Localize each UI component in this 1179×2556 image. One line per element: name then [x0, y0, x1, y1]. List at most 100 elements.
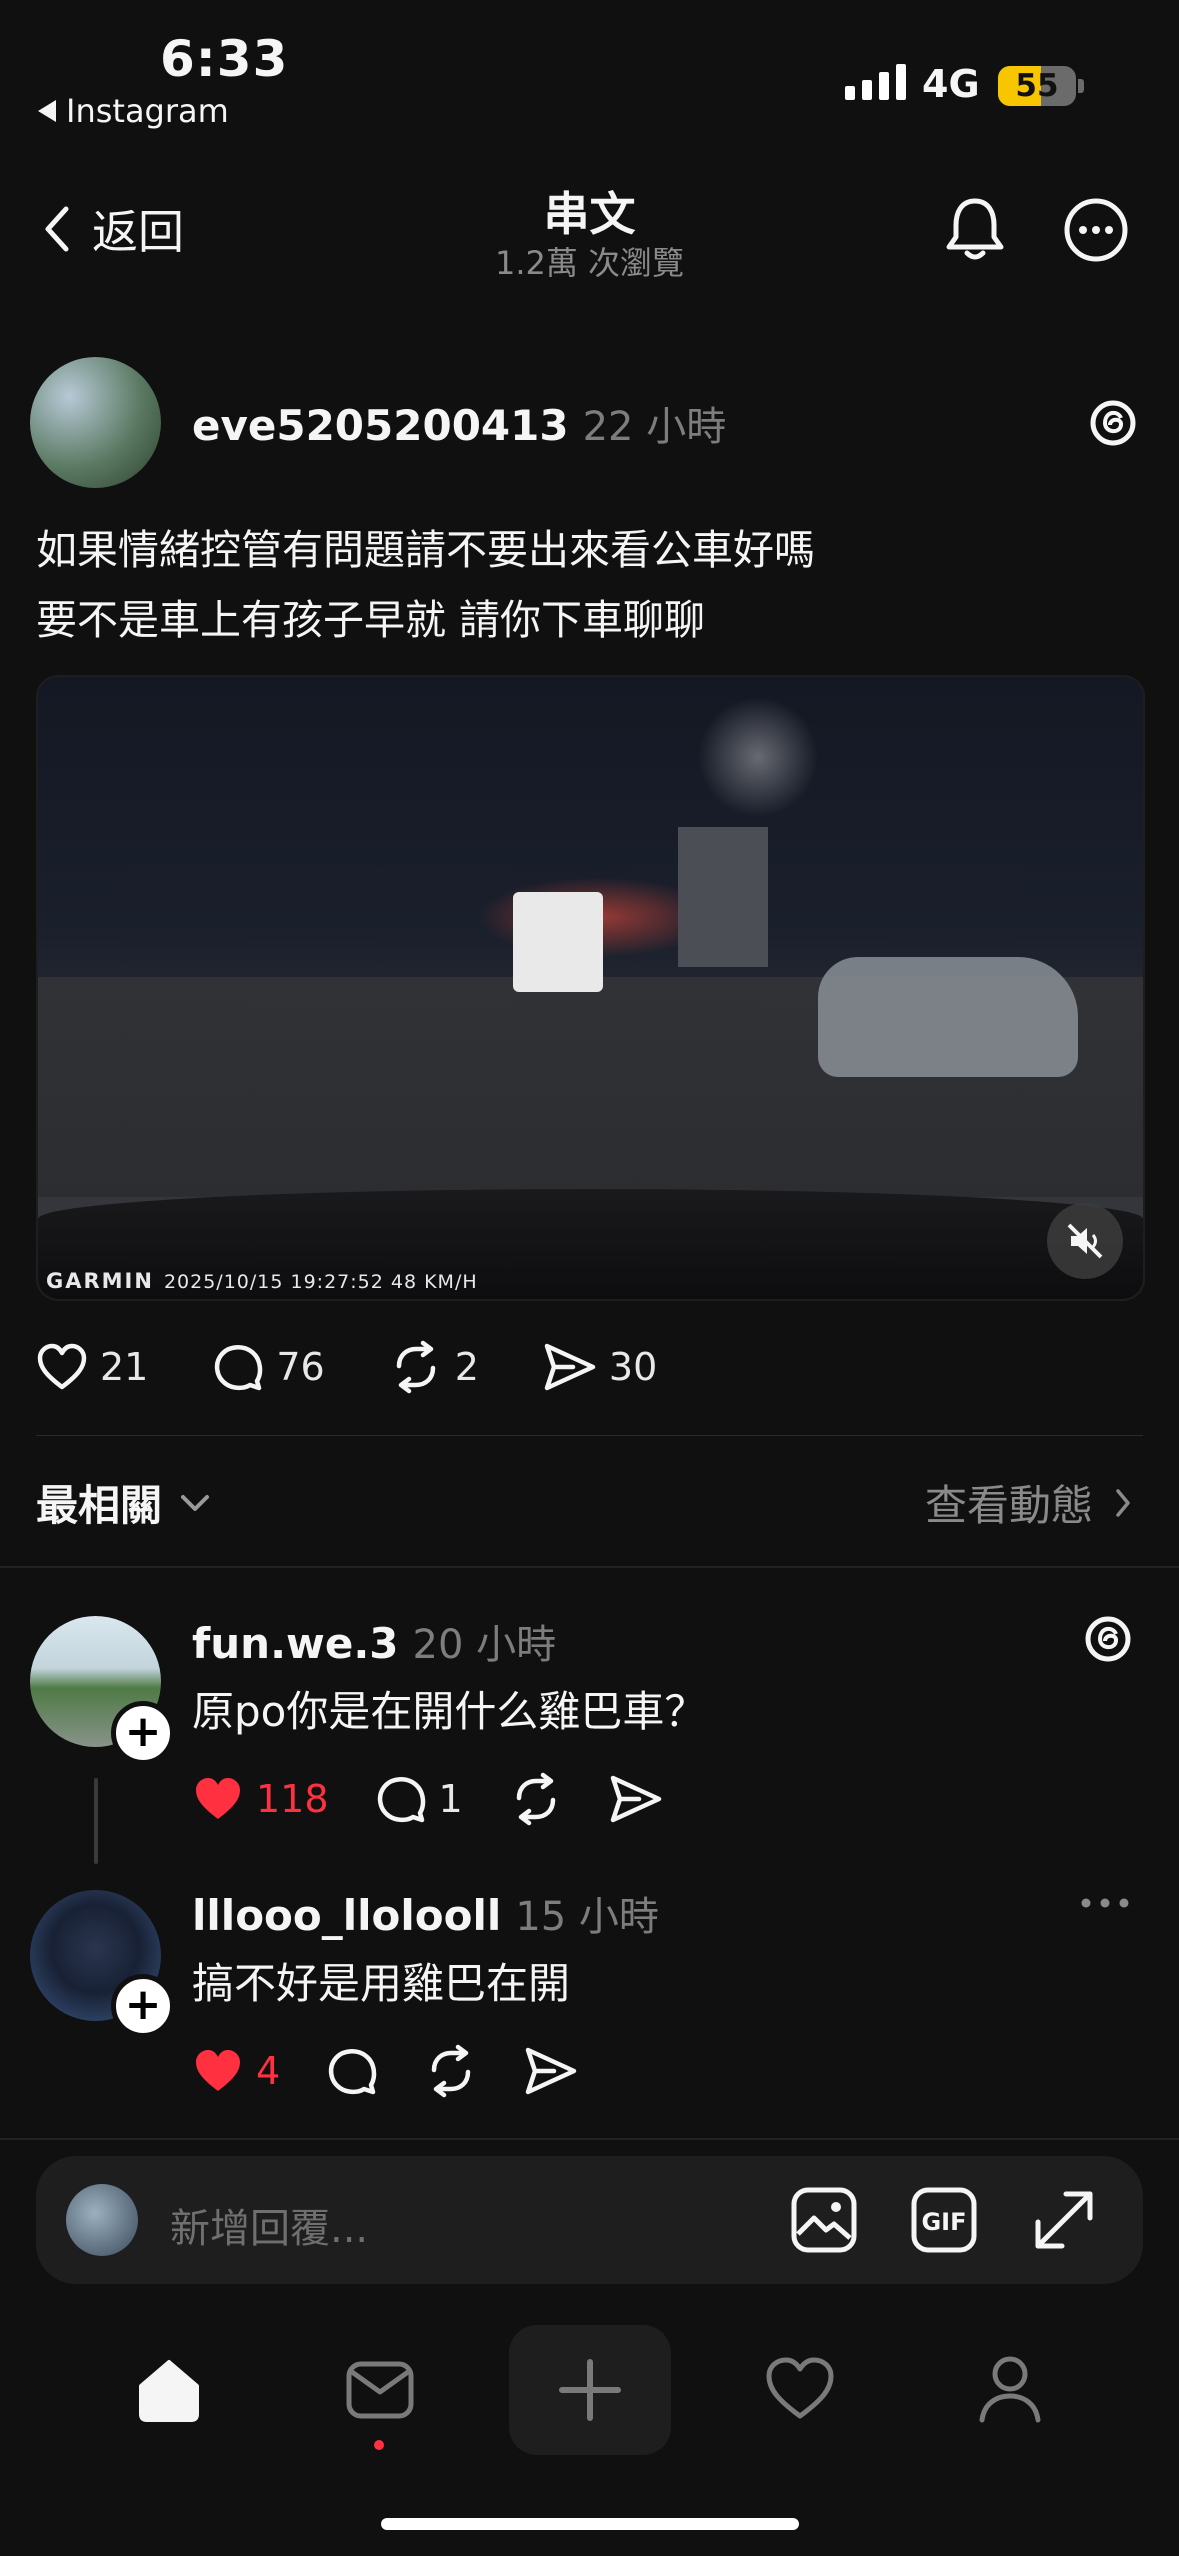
- chevron-right-icon: [1116, 1488, 1130, 1517]
- tab-activity[interactable]: [764, 2356, 836, 2422]
- attach-image-button[interactable]: [790, 2186, 858, 2254]
- mute-icon: [1067, 1223, 1103, 1259]
- back-to-app-link[interactable]: Instagram: [38, 92, 229, 130]
- threads-icon: [1090, 400, 1136, 446]
- post-text-line: 如果情緒控管有問題請不要出來看公車好嗎: [36, 526, 815, 574]
- comment-icon: [377, 1777, 425, 1823]
- post-video[interactable]: GARMIN 2025/10/15 19:27:52 48 KM/H: [36, 675, 1145, 1301]
- back-app-label: Instagram: [66, 92, 229, 130]
- like-button[interactable]: 4: [192, 2047, 280, 2095]
- comment-text: 搞不好是用雞巴在開: [192, 1959, 571, 2008]
- expand-icon: [1035, 2191, 1093, 2249]
- share-button[interactable]: 30: [543, 1342, 657, 1392]
- like-button[interactable]: 21: [36, 1343, 148, 1391]
- comment-more-button[interactable]: [1080, 1896, 1130, 1910]
- follow-plus-button[interactable]: +: [111, 1974, 175, 2038]
- video-building: [678, 827, 768, 967]
- comment-username[interactable]: fun.we.3: [192, 1619, 399, 1668]
- post-actions: 21 76 2 30: [36, 1340, 657, 1394]
- svg-text:GIF: GIF: [921, 2208, 966, 2236]
- comment-text: 原po你是在開什么雞巴車？: [192, 1687, 707, 1736]
- view-activity-link[interactable]: 查看動態: [925, 1472, 1131, 1533]
- comment-icon: [215, 1345, 263, 1391]
- comment-author-row: lllooo_llolooll 15 小時: [192, 1884, 659, 1942]
- more-icon: [1064, 198, 1128, 262]
- comment-author-row: fun.we.3 20 小時: [192, 1612, 556, 1670]
- tab-inbox[interactable]: [344, 2356, 416, 2424]
- video-overlay-text: GARMIN 2025/10/15 19:27:52 48 KM/H: [46, 1269, 478, 1293]
- chevron-down-icon: [181, 1494, 210, 1511]
- create-plus: [556, 2356, 624, 2424]
- status-time: 6:33: [160, 30, 289, 88]
- sort-dropdown[interactable]: 最相關: [36, 1472, 210, 1533]
- video-timestamp: 2025/10/15 19:27:52 48 KM/H: [163, 1271, 478, 1293]
- comment-button[interactable]: 76: [212, 1341, 325, 1393]
- comment-button[interactable]: [326, 2045, 378, 2097]
- post-username[interactable]: eve5205200413: [192, 401, 569, 450]
- divider: [36, 1435, 1143, 1436]
- share-icon: [525, 2047, 577, 2095]
- inbox-unread-dot: [374, 2440, 384, 2450]
- post-text-line: 要不是車上有孩子早就 請你下車聊聊: [36, 596, 706, 644]
- home-icon: [139, 2360, 199, 2422]
- more-options-button[interactable]: [1063, 197, 1129, 263]
- tab-home[interactable]: [133, 2356, 205, 2424]
- threads-icon: [1085, 1616, 1131, 1662]
- threads-button[interactable]: [1083, 1614, 1133, 1664]
- threads-button[interactable]: [1088, 398, 1138, 448]
- repost-icon: [431, 2044, 471, 2098]
- video-car: [818, 957, 1078, 1077]
- like-count: 21: [100, 1345, 149, 1389]
- video-bus: [513, 892, 603, 992]
- profile-icon: [979, 2356, 1041, 2423]
- image-icon: [791, 2187, 857, 2253]
- like-count: 4: [256, 2049, 281, 2093]
- repost-icon: [396, 1340, 435, 1394]
- video-brand: GARMIN: [46, 1269, 154, 1293]
- like-button[interactable]: 118: [192, 1775, 329, 1823]
- battery-tip: [1078, 79, 1084, 93]
- mute-button[interactable]: [1047, 1203, 1123, 1279]
- share-button[interactable]: [609, 1774, 663, 1824]
- inbox-icon: [346, 2361, 414, 2419]
- post-time: 22 小時: [582, 404, 727, 450]
- section-divider: [0, 1566, 1179, 1568]
- comment-count: 76: [276, 1345, 325, 1389]
- author-avatar[interactable]: [30, 357, 161, 488]
- comment-time: 15 小時: [515, 1894, 659, 1940]
- notifications-button[interactable]: [943, 195, 1007, 265]
- repost-button[interactable]: [509, 1772, 563, 1826]
- reply-input[interactable]: 新增回覆...: [170, 2196, 368, 2254]
- plus-icon: [559, 2359, 621, 2421]
- gif-button[interactable]: GIF: [910, 2186, 978, 2254]
- gif-icon: GIF: [911, 2187, 977, 2253]
- repost-button[interactable]: [424, 2044, 478, 2098]
- follow-plus-button[interactable]: +: [111, 1701, 175, 1765]
- comment-username[interactable]: lllooo_llolooll: [192, 1891, 501, 1940]
- heart-filled-icon: [196, 1778, 240, 1819]
- section-divider: [0, 2138, 1179, 2140]
- tab-profile[interactable]: [974, 2352, 1046, 2424]
- expand-button[interactable]: [1030, 2186, 1098, 2254]
- thread-line: [94, 1778, 98, 1864]
- more-horizontal-icon: [1081, 1898, 1129, 1908]
- battery-level: 55: [1015, 68, 1059, 104]
- heart-filled-icon: [196, 2050, 240, 2091]
- heart-icon: [37, 1343, 87, 1390]
- repost-button[interactable]: 2: [389, 1340, 479, 1394]
- signal-icon: [845, 64, 906, 100]
- repost-count: 2: [454, 1345, 479, 1389]
- comment-actions: 118 1: [192, 1772, 663, 1826]
- post-text: 如果情緒控管有問題請不要出來看公車好嗎 要不是車上有孩子早就 請你下車聊聊: [36, 515, 815, 655]
- home-indicator[interactable]: [381, 2518, 799, 2530]
- heart-icon: [766, 2357, 834, 2419]
- share-count: 30: [608, 1345, 658, 1389]
- comment-button[interactable]: 1: [375, 1773, 463, 1825]
- share-button[interactable]: [524, 2046, 578, 2096]
- comment-actions: 4: [192, 2044, 578, 2098]
- comment-time: 20 小時: [412, 1622, 557, 1668]
- post-author-row: eve5205200413 22 小時: [192, 394, 726, 452]
- back-triangle-icon: [38, 100, 56, 122]
- my-avatar: [66, 2184, 138, 2256]
- comment-icon: [329, 2049, 377, 2095]
